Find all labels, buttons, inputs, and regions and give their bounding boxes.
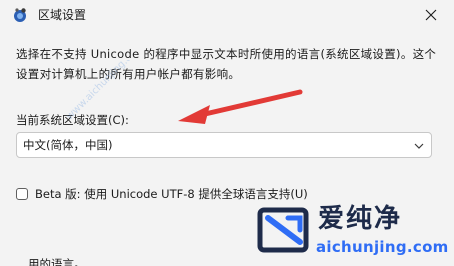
chevron-down-icon: [414, 143, 424, 149]
system-locale-selected-value: 中文(简体，中国): [23, 138, 113, 152]
beta-utf8-checkbox-label: Beta 版: 使用 Unicode UTF-8 提供全球语言支持(U): [35, 187, 308, 201]
description-text: 选择在不支持 Unicode 的程序中显示文本时所使用的语言(系统区域设置)。这…: [16, 47, 437, 81]
beta-utf8-checkbox-row[interactable]: Beta 版: 使用 Unicode UTF-8 提供全球语言支持(U): [16, 186, 308, 202]
window-title: 区域设置: [38, 8, 87, 22]
region-app-icon: [14, 8, 26, 22]
site-watermark: 爱纯净 aichunjing.com: [252, 200, 448, 264]
watermark-text-cn: 爱纯净: [318, 204, 403, 234]
annotation-red-arrowhead: [178, 105, 210, 124]
system-locale-label: 当前系统区域设置(C):: [16, 113, 129, 127]
system-locale-select[interactable]: 中文(简体，中国): [16, 132, 432, 158]
watermark-text-en: aichunjing.com: [316, 238, 449, 256]
title-bar: 区域设置: [0, 0, 454, 30]
region-settings-dialog: 区域设置 选择在不支持 Unicode 的程序中显示文本时所使用的语言(系统区域…: [0, 0, 454, 266]
close-button[interactable]: [408, 0, 454, 30]
beta-utf8-checkbox[interactable]: [16, 188, 28, 200]
partial-bottom-text: 用的语言。: [28, 257, 86, 266]
close-icon: [425, 9, 437, 21]
annotation-red-arrow: [202, 89, 303, 117]
aichunjing-logo-icon: [257, 207, 309, 253]
